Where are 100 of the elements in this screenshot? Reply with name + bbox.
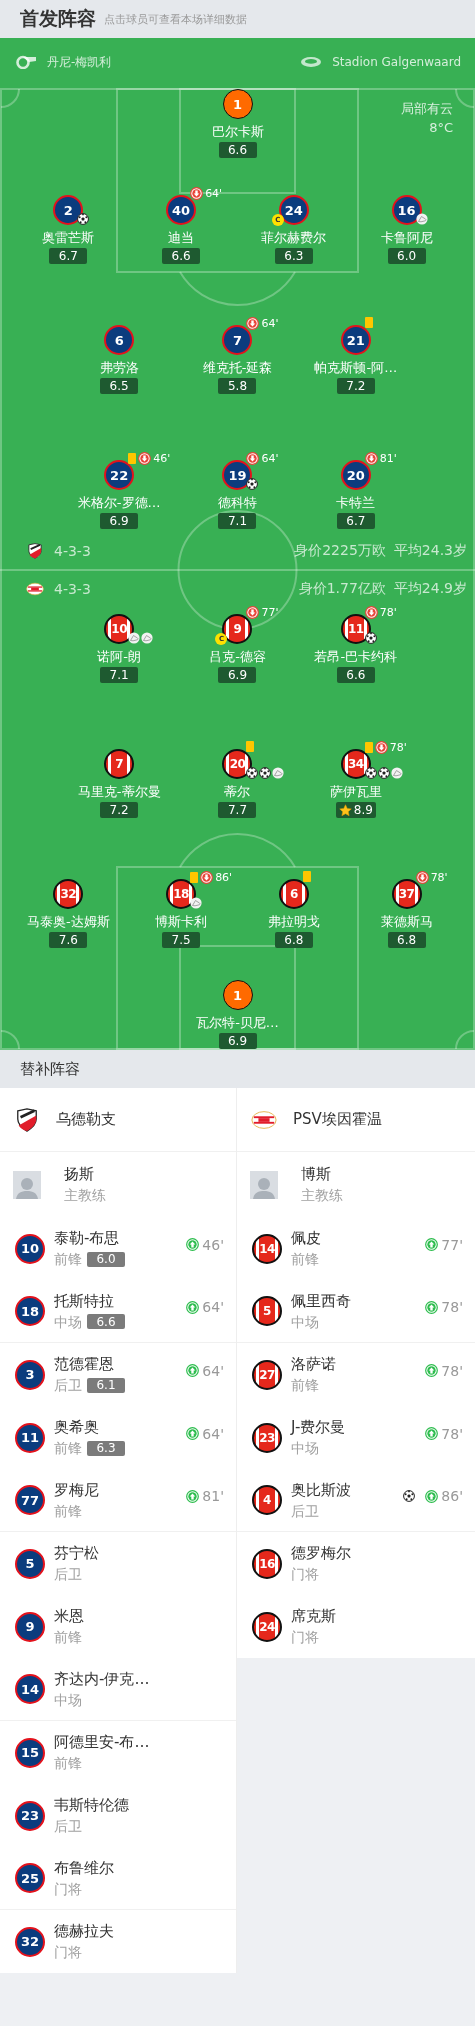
- shirt-number[interactable]: 22: [104, 460, 135, 490]
- booking-card-icon: [364, 742, 373, 753]
- shirt-number[interactable]: 6: [104, 325, 135, 355]
- player-name: 洛萨诺: [291, 1355, 337, 1374]
- player-position: 门将: [291, 1628, 319, 1646]
- shirt-number[interactable]: 11: [15, 1422, 45, 1453]
- booking-card-icon: [190, 872, 199, 883]
- player-rating: 6.6: [162, 248, 201, 264]
- substitution-in-icon: [425, 1364, 439, 1377]
- shirt-number[interactable]: 7: [222, 325, 253, 355]
- shirt-number[interactable]: 37: [391, 879, 422, 909]
- player-rating: 6.7: [49, 248, 88, 264]
- shirt-number[interactable]: 24: [252, 1611, 282, 1642]
- player-name: 奥希奥: [54, 1418, 100, 1437]
- shirt-number[interactable]: 32: [15, 1926, 45, 1957]
- player-name: 维克托-延森: [202, 360, 273, 376]
- substitution-out-icon: [190, 187, 204, 200]
- player-name: 马里克-蒂尔曼: [77, 784, 161, 800]
- shirt-number[interactable]: 10: [15, 1233, 45, 1264]
- squad-value: 身价2225万欧: [294, 542, 386, 560]
- coach-role: 主教练: [64, 1186, 107, 1204]
- player-name: 席克斯: [291, 1607, 337, 1626]
- shirt-number[interactable]: 9: [15, 1611, 45, 1642]
- shirt-number[interactable]: 5: [15, 1548, 45, 1579]
- booking-card-icon: [246, 741, 255, 752]
- shirt-number[interactable]: 5: [252, 1296, 282, 1326]
- referee-name: 丹尼-梅凯利: [47, 53, 112, 71]
- player-name: 奥雷芒斯: [42, 230, 95, 246]
- player-name: 泰勒-布思: [54, 1229, 121, 1248]
- player-rating: 8.9: [335, 802, 376, 818]
- shirt-number[interactable]: 19: [222, 460, 253, 490]
- shirt-number[interactable]: 77: [15, 1485, 45, 1515]
- shirt-number[interactable]: 25: [15, 1863, 45, 1893]
- substitution-minute: 78': [389, 741, 407, 754]
- substitution-in-icon: [186, 1300, 200, 1314]
- player-name: 芬宁松: [54, 1544, 100, 1563]
- shirt-number[interactable]: 14: [15, 1674, 45, 1704]
- player-name: 卡鲁阿尼: [380, 230, 433, 246]
- shirt-number[interactable]: 32: [53, 879, 84, 909]
- shirt-number[interactable]: 7: [104, 749, 135, 779]
- player-rating: 7.7: [218, 802, 257, 818]
- player-name: 菲尔赫费尔: [261, 230, 327, 246]
- player-rating: 6.9: [218, 667, 257, 683]
- club-crest-icon: [14, 1107, 40, 1132]
- shirt-number[interactable]: 23: [15, 1800, 45, 1831]
- section-title: 替补阵容: [0, 1050, 475, 1088]
- player-rating: 6.9: [218, 1033, 257, 1049]
- stadium-name: Stadion Galgenwaard: [332, 55, 461, 69]
- squad-value: 身价1.77亿欧: [298, 580, 386, 598]
- team-name: PSV埃因霍温: [293, 1110, 382, 1129]
- player-position: 前锋: [54, 1754, 82, 1772]
- player-name: 阿德里安-布…: [54, 1733, 151, 1752]
- shirt-number[interactable]: 11: [340, 614, 371, 644]
- soccer-ball-icon: [246, 767, 259, 779]
- shirt-number[interactable]: 2: [53, 195, 84, 225]
- player-rating: 6.1: [87, 1377, 125, 1393]
- soccer-ball-icon: [246, 478, 259, 490]
- substitution-minute: 64': [202, 1425, 224, 1442]
- player-rating: 7.2: [100, 802, 139, 818]
- shirt-number[interactable]: 10: [104, 614, 135, 644]
- coach-photo-placeholder: [250, 1170, 278, 1199]
- shirt-number[interactable]: 6: [278, 879, 309, 909]
- shirt-number[interactable]: 23: [252, 1422, 282, 1453]
- shirt-number[interactable]: 20: [340, 460, 371, 490]
- booking-card-icon: [364, 317, 373, 328]
- shirt-number[interactable]: 27: [252, 1359, 282, 1390]
- shirt-number[interactable]: 34: [340, 749, 371, 779]
- coach-name: 博斯: [301, 1165, 332, 1184]
- whistle-icon: [15, 55, 37, 69]
- substitution-in-icon: [425, 1238, 439, 1251]
- player-position: 前锋: [54, 1628, 82, 1646]
- shirt-number[interactable]: 16: [391, 195, 422, 225]
- player-name: 莱德斯马: [380, 914, 433, 930]
- shirt-number[interactable]: 4: [252, 1485, 282, 1515]
- shirt-number[interactable]: 3: [15, 1359, 45, 1390]
- substitution-minute: 78': [430, 871, 448, 884]
- player-name: 马泰奥-达姆斯: [27, 914, 110, 930]
- shirt-number[interactable]: 40: [166, 195, 197, 225]
- player-position: 前锋: [291, 1250, 319, 1268]
- player-rating: 7.5: [162, 932, 201, 948]
- shirt-number[interactable]: 18: [15, 1296, 45, 1326]
- shirt-number[interactable]: 21: [340, 325, 371, 355]
- shirt-number[interactable]: 20: [222, 749, 253, 779]
- substitution-out-icon: [374, 741, 388, 754]
- soccer-ball-icon: [377, 767, 390, 779]
- shirt-number[interactable]: 14: [252, 1233, 282, 1264]
- substitution-minute: 77': [441, 1236, 463, 1253]
- player-position: 门将: [54, 1879, 82, 1898]
- shirt-number[interactable]: 18: [166, 879, 197, 909]
- shirt-number[interactable]: 15: [15, 1737, 45, 1768]
- substitution-minute: 78': [441, 1299, 463, 1315]
- player-rating: 6.7: [336, 513, 375, 529]
- substitution-in-icon: [186, 1427, 200, 1440]
- substitution-minute: 81': [202, 1488, 224, 1504]
- club-crest-icon: [26, 543, 44, 559]
- shirt-number[interactable]: 16: [252, 1548, 282, 1579]
- player-name: 巴尔卡斯: [211, 124, 264, 140]
- substitution-out-icon: [246, 606, 260, 619]
- player-position: 前锋: [291, 1376, 319, 1394]
- player-name: 罗梅尼: [54, 1480, 100, 1500]
